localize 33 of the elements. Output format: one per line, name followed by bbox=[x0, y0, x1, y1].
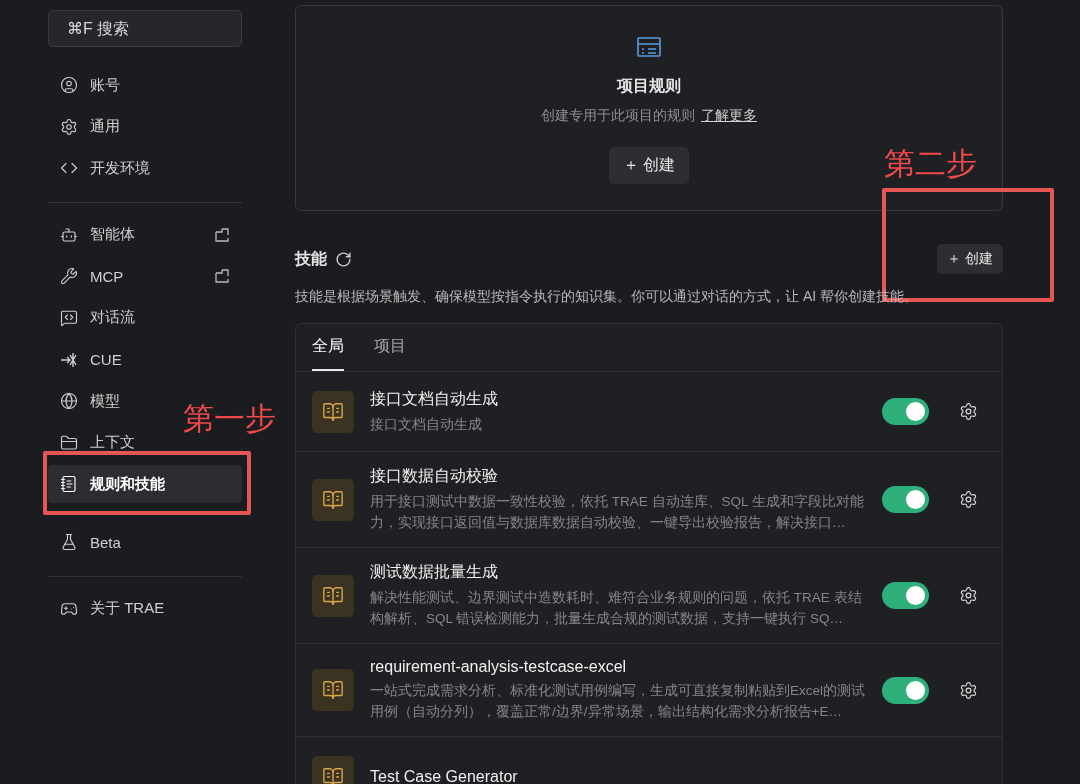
skill-name: requirement-analysis-testcase-excel bbox=[370, 658, 628, 676]
sidebar-item[interactable]: 账号 bbox=[90, 75, 120, 95]
skill-name: 接口数据自动校验 bbox=[370, 466, 499, 486]
card-description: 创建专用于此项目的规则 bbox=[541, 107, 695, 125]
skill-name: 接口文档自动生成 bbox=[370, 388, 499, 409]
skill-description: 接口文档自动生成 bbox=[370, 415, 483, 434]
skill-description: 一站式完成需求分析、标准化测试用例编写，生成可直接复制粘贴到Excel的测试用例（自动分列），覆盖正常/边界/异常场景，输出结构化需求分析报告+E… bbox=[370, 682, 866, 721]
skill-name: Test Case Generator bbox=[370, 767, 519, 784]
sidebar-item[interactable]: MCP bbox=[90, 267, 124, 285]
section-title: 技能 bbox=[295, 248, 327, 269]
sidebar-item[interactable]: 开发环境 bbox=[90, 158, 150, 178]
create-button[interactable]: ＋ 创建 bbox=[937, 244, 1003, 274]
create-button[interactable]: ＋ 创建 bbox=[608, 147, 690, 184]
sidebar-item-label: 规则和技能 bbox=[90, 474, 165, 494]
sidebar-item[interactable]: 通用 bbox=[90, 117, 120, 137]
skill-description: 解决性能测试、边界测试中造数耗时、难符合业务规则的问题，依托 TRAE 表结构解析、SQL 错误检测能力，批量生成合规的测试数据，支持一键执行 SQ… bbox=[370, 589, 863, 628]
sidebar-item[interactable]: 对话流 bbox=[90, 308, 135, 328]
sidebar-item[interactable]: CUE bbox=[90, 351, 122, 369]
sidebar-item[interactable]: 关于 TRAE bbox=[90, 599, 165, 619]
skill-description: 用于接口测试中数据一致性校验，依托 TRAE 自动连库、SQL 生成和字段比对能力，实现接口返回值与数据库数据自动校验、一键导出校验报告，解决接口… bbox=[370, 493, 865, 532]
skill-name: 测试数据批量生成 bbox=[370, 562, 499, 582]
sidebar-item[interactable]: 上下文 bbox=[90, 433, 135, 453]
sidebar-item[interactable]: Beta bbox=[90, 533, 121, 551]
annotation-label: 第二步 bbox=[884, 145, 977, 183]
annotation-label: 第一步 bbox=[183, 400, 276, 438]
sidebar-item[interactable]: 模型 bbox=[90, 391, 120, 411]
tab[interactable]: 全局 bbox=[312, 324, 344, 371]
sidebar-item[interactable]: 智能体 bbox=[90, 225, 135, 245]
learn-more-link[interactable]: 了解更多 bbox=[701, 107, 757, 125]
tab[interactable]: 项目 bbox=[374, 324, 406, 371]
search-field[interactable]: ⌘F 搜索 bbox=[48, 10, 242, 47]
sidebar-item[interactable]: 规则和技能 bbox=[48, 465, 242, 504]
card-title: 项目规则 bbox=[617, 76, 681, 96]
